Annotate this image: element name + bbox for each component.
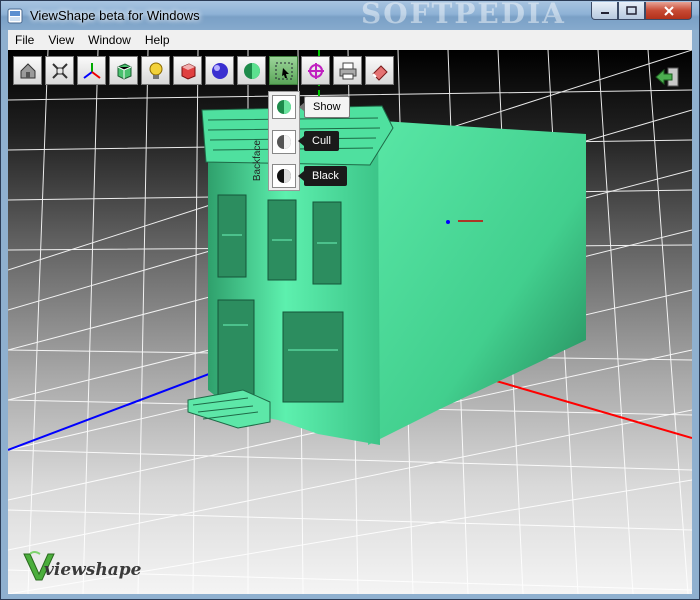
logo-text: viewshape (44, 560, 142, 580)
scene-canvas[interactable] (8, 50, 692, 594)
backface-label: Backface (252, 140, 263, 182)
close-button[interactable] (645, 2, 692, 20)
close-icon (663, 5, 674, 16)
menu-file[interactable]: File (8, 30, 41, 50)
printer-icon (339, 62, 356, 79)
wireframe-button[interactable] (109, 56, 138, 85)
shading-button[interactable] (237, 56, 266, 85)
toolbar (13, 56, 394, 85)
home-button[interactable] (13, 56, 42, 85)
sphere-black-icon (277, 169, 291, 183)
shade-black-button[interactable] (272, 164, 296, 188)
axes-button[interactable] (77, 56, 106, 85)
3d-viewport[interactable]: Backface Show Cull Black viewshape (8, 50, 692, 594)
house-model[interactable] (187, 105, 586, 445)
material-button[interactable] (205, 56, 234, 85)
shade-cull-button[interactable] (272, 130, 296, 154)
print-button[interactable] (333, 56, 362, 85)
menu-help[interactable]: Help (138, 30, 177, 50)
gizmo-z (446, 220, 450, 224)
select-region-icon (275, 62, 292, 79)
window-title: ViewShape beta for Windows (30, 8, 200, 23)
menu-bar: File View Window Help (8, 30, 692, 50)
fit-view-button[interactable] (45, 56, 74, 85)
menu-view[interactable]: View (41, 30, 81, 50)
exit-arrow-icon[interactable] (654, 66, 680, 88)
light-bulb-icon (149, 62, 162, 79)
shading-sphere-icon (243, 62, 260, 79)
transform-gizmo-icon (307, 62, 324, 79)
title-bar[interactable]: ViewShape beta for Windows SOFTPEDIA (1, 0, 699, 30)
transform-button[interactable] (301, 56, 330, 85)
app-icon (7, 8, 23, 24)
tooltip-cull: Cull (298, 131, 339, 151)
app-window: ViewShape beta for Windows SOFTPEDIA Fil… (0, 0, 700, 600)
minimize-button[interactable] (591, 2, 618, 20)
shading-popup (268, 91, 300, 191)
viewshape-logo: viewshape (22, 550, 141, 589)
maximize-icon (626, 6, 637, 15)
home-icon (20, 62, 35, 78)
shade-show-button[interactable] (272, 95, 296, 119)
tooltip-show: Show (299, 96, 350, 118)
fit-view-icon (51, 62, 68, 79)
maximize-button[interactable] (618, 2, 645, 20)
wireframe-cube-icon (117, 62, 131, 80)
menu-window[interactable]: Window (81, 30, 138, 50)
erase-button[interactable] (365, 56, 394, 85)
eraser-icon (371, 64, 388, 81)
axes-icon (82, 62, 101, 79)
material-sphere-icon (211, 62, 228, 79)
solid-button[interactable] (173, 56, 202, 85)
watermark: SOFTPEDIA (361, 0, 566, 30)
minimize-icon (600, 11, 609, 14)
solid-cube-icon (181, 62, 195, 80)
light-button[interactable] (141, 56, 170, 85)
sphere-show-icon (277, 100, 291, 114)
tooltip-black: Black (298, 166, 347, 186)
select-region-button[interactable] (269, 56, 298, 85)
sphere-cull-icon (277, 135, 291, 149)
